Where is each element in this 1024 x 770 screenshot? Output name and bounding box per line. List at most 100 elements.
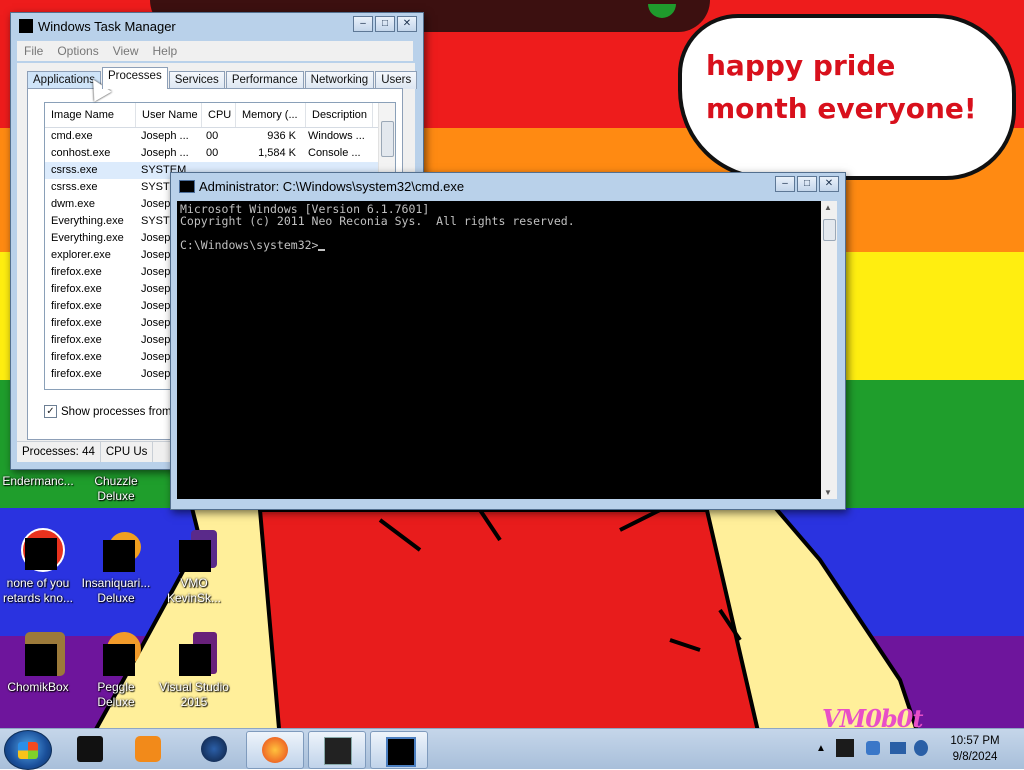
- windows-logo-icon: [18, 742, 38, 759]
- speech-bubble: happy pride month everyone!: [678, 14, 1016, 180]
- cell-cpu: 00: [206, 130, 219, 142]
- close-button[interactable]: ✕: [819, 176, 839, 192]
- column-image-name[interactable]: Image Name: [45, 103, 136, 127]
- media-player-icon: [135, 736, 161, 762]
- maximize-button[interactable]: □: [797, 176, 817, 192]
- desktop-icon-label: Insaniquari... Deluxe: [81, 576, 151, 605]
- task-manager-window-controls: – □ ✕: [351, 16, 417, 32]
- clock-time: 10:57 PM: [950, 735, 1000, 747]
- cell-image-name: explorer.exe: [51, 249, 111, 261]
- tab-performance[interactable]: Performance: [225, 71, 304, 89]
- cell-user-name: Joseph ...: [141, 130, 189, 142]
- status-processes: Processes: 44: [17, 442, 101, 462]
- console-output[interactable]: Microsoft Windows [Version 6.1.7601] Copy…: [177, 201, 821, 499]
- cell-user-name: Joseph ...: [141, 147, 189, 159]
- column-description[interactable]: Description: [306, 103, 373, 127]
- show-all-processes[interactable]: ✓ Show processes from a: [44, 405, 181, 418]
- cmd-window[interactable]: Administrator: C:\Windows\system32\cmd.e…: [170, 172, 846, 510]
- menu-file[interactable]: File: [17, 44, 50, 58]
- cell-description: Windows ...: [308, 130, 365, 142]
- desktop-icon-chuzzle[interactable]: Chuzzle Deluxe: [78, 474, 154, 504]
- menu-view[interactable]: View: [106, 44, 146, 58]
- chomikbox-icon: [15, 632, 65, 678]
- scrollbar-thumb[interactable]: [823, 219, 836, 241]
- tab-networking[interactable]: Networking: [304, 71, 375, 89]
- cell-image-name: firefox.exe: [51, 300, 102, 312]
- tray-app-icon[interactable]: [836, 739, 854, 757]
- desktop-icon-label: VMO KevinSk...: [166, 576, 222, 605]
- peggle-icon: [93, 632, 141, 678]
- taskbar-clock[interactable]: 10:57 PM 9/8/2024: [942, 733, 1008, 765]
- process-list-header: Image Name User Name CPU Memory (... Des…: [45, 103, 395, 128]
- cell-image-name: csrss.exe: [51, 181, 98, 193]
- task-manager-title-text: Windows Task Manager: [38, 19, 176, 34]
- close-button[interactable]: ✕: [397, 16, 417, 32]
- video-icon: [171, 528, 217, 574]
- scrollbar-thumb[interactable]: [381, 121, 394, 157]
- taskbar-black-app[interactable]: [62, 731, 118, 767]
- taskbar-globe-app[interactable]: [186, 731, 242, 767]
- cell-image-name: Everything.exe: [51, 215, 124, 227]
- desktop-icon-endermanch[interactable]: Endermanc...: [0, 474, 76, 489]
- desktop-icon-vmo[interactable]: VMO KevinSk...: [156, 528, 232, 606]
- tray-volume-icon[interactable]: [914, 740, 928, 756]
- desktop-icon-none-of-you[interactable]: none of you retards kno...: [0, 528, 76, 606]
- scroll-up-icon[interactable]: ▲: [824, 203, 832, 212]
- desktop-icon-insaniquarium[interactable]: Insaniquari... Deluxe: [78, 528, 154, 606]
- start-button[interactable]: [4, 730, 52, 770]
- taskbar-media-player[interactable]: [120, 731, 176, 767]
- status-cpu: CPU Us: [101, 442, 154, 462]
- fish-icon: [93, 528, 141, 574]
- tab-services[interactable]: Services: [168, 71, 225, 89]
- desktop-icon-chomikbox[interactable]: ChomikBox: [0, 632, 76, 695]
- menu-help[interactable]: Help: [146, 44, 185, 58]
- wallpaper-eye: [648, 4, 676, 18]
- table-row[interactable]: cmd.exe Joseph ... 00 936 K Windows ...: [45, 128, 395, 145]
- tray-network-icon[interactable]: [890, 742, 906, 754]
- show-all-checkbox[interactable]: ✓: [44, 405, 57, 418]
- text-caret: [318, 249, 326, 251]
- tab-users[interactable]: Users: [375, 71, 418, 89]
- taskbar-firefox[interactable]: [246, 731, 304, 769]
- scroll-down-icon[interactable]: ▼: [824, 488, 832, 497]
- cell-image-name: dwm.exe: [51, 198, 96, 210]
- cell-image-name: conhost.exe: [51, 147, 111, 159]
- task-manager-title: Windows Task Manager: [19, 17, 176, 37]
- visual-studio-icon: [171, 632, 217, 678]
- speech-bubble-text: happy pride month everyone!: [706, 49, 977, 125]
- black-box-icon: [77, 736, 103, 762]
- desktop-icon-peggle[interactable]: Peggle Deluxe: [78, 632, 154, 710]
- desktop-icon-label: none of you retards kno...: [2, 576, 74, 605]
- tab-processes[interactable]: Processes: [102, 67, 168, 89]
- minimize-button[interactable]: –: [775, 176, 795, 192]
- cell-image-name: Everything.exe: [51, 232, 124, 244]
- tray-action-center-icon[interactable]: [866, 741, 880, 755]
- wallpaper-signature: VM0b0t: [822, 704, 923, 728]
- task-manager-icon: [324, 737, 352, 765]
- column-user-name[interactable]: User Name: [136, 103, 202, 127]
- desktop-icon-visual-studio[interactable]: Visual Studio 2015: [156, 632, 232, 710]
- console-prompt-line: C:\Windows\system32>: [180, 239, 821, 251]
- desktop-icon-label: Visual Studio 2015: [159, 680, 229, 709]
- column-memory[interactable]: Memory (...: [236, 103, 306, 127]
- desktop-icon-label: ChomikBox: [7, 680, 69, 694]
- cmd-icon: [179, 180, 195, 193]
- menu-options[interactable]: Options: [50, 44, 105, 58]
- console-prompt: C:\Windows\system32>: [180, 238, 319, 252]
- table-row[interactable]: conhost.exe Joseph ... 00 1,584 K Console ..…: [45, 145, 395, 162]
- taskbar-task-manager[interactable]: [308, 731, 366, 769]
- cmd-scrollbar[interactable]: ▲ ▼: [821, 201, 837, 499]
- desktop-icon-label: Chuzzle Deluxe: [94, 474, 138, 503]
- column-cpu[interactable]: CPU: [202, 103, 236, 127]
- cell-image-name: firefox.exe: [51, 266, 102, 278]
- show-hidden-icons-icon[interactable]: ▲: [816, 743, 826, 754]
- redacted-icon: [179, 540, 211, 572]
- task-manager-menubar: File Options View Help: [17, 41, 413, 61]
- clock-date: 9/8/2024: [952, 751, 998, 763]
- maximize-button[interactable]: □: [375, 16, 395, 32]
- globe-icon: [201, 736, 227, 762]
- redacted-icon: [25, 538, 57, 570]
- red-circle-icon: [15, 528, 65, 574]
- taskbar-cmd[interactable]: [370, 731, 428, 769]
- minimize-button[interactable]: –: [353, 16, 373, 32]
